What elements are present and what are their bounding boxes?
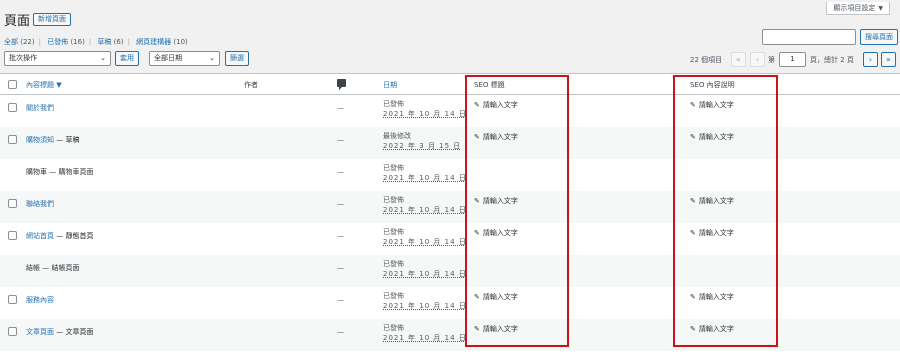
next-page-button[interactable]: › — [863, 52, 878, 67]
page-label-suffix: 頁，總計 2 頁 — [810, 56, 854, 64]
page-title-link[interactable]: 網站首頁 — 靜態首頁 — [26, 231, 93, 241]
author-value: — — [337, 168, 344, 176]
date-value: 2021 年 10 月 14 日 — [383, 238, 467, 246]
date-status: 已發佈 — [383, 292, 404, 300]
page-title-link[interactable]: 服務內容 — [26, 295, 54, 305]
search-input[interactable] — [762, 29, 856, 45]
select-all-checkbox[interactable] — [8, 80, 17, 89]
filter-draft-label: 草稿 — [97, 38, 112, 46]
author-value: — — [337, 136, 344, 144]
comment-bubble-icon[interactable] — [337, 79, 346, 90]
filter-builder-label: 網頁建構器 — [136, 38, 172, 46]
filter-all-count: (22) — [20, 38, 35, 46]
author-value: — — [337, 104, 344, 112]
chevron-down-icon: ⌄ — [100, 54, 106, 62]
page-title-link[interactable]: 聯絡我們 — [26, 199, 54, 209]
row-checkbox[interactable] — [8, 103, 17, 112]
status-filter-links: 全部 (22) | 已發佈 (16) | 草稿 (6) | 網頁建構器 (10) — [4, 37, 188, 47]
page-title-text: 網站首頁 — [26, 232, 54, 240]
date-status: 已發佈 — [383, 196, 404, 204]
date-value: 2021 年 10 月 14 日 — [383, 302, 467, 310]
page-state: — 草稿 — [54, 136, 80, 144]
separator: | — [88, 38, 92, 46]
screen-options-button[interactable]: 顯示項目設定 ▼ — [826, 2, 890, 15]
date-value: 2021 年 10 月 14 日 — [383, 206, 467, 214]
date-value: 2021 年 10 月 14 日 — [383, 110, 467, 118]
column-title-sort[interactable]: 內容標題 ▼ — [26, 80, 62, 90]
date-filter-select[interactable]: 全部日期 ⌄ — [149, 51, 220, 66]
page-title-text: 文章頁面 — [26, 328, 54, 336]
filter-published-label: 已發佈 — [47, 38, 69, 46]
bulk-actions-value: 批次操作 — [9, 54, 37, 62]
page-title-text: 購物車 — 購物車頁面 — [26, 168, 94, 176]
author-value: — — [337, 200, 344, 208]
date-status: 已發佈 — [383, 228, 404, 236]
column-author: 作者 — [244, 81, 258, 89]
separator: | — [127, 38, 130, 46]
filter-published-count: (16) — [70, 38, 85, 46]
filter-all-label: 全部 — [4, 38, 18, 46]
date-value: 2021 年 10 月 14 日 — [383, 174, 467, 182]
page-title-text: 服務內容 — [26, 296, 54, 304]
last-page-button[interactable]: » — [881, 52, 896, 67]
first-page-button[interactable]: « — [731, 52, 746, 67]
date-status: 已發佈 — [383, 260, 404, 268]
filter-button[interactable]: 篩選 — [225, 51, 249, 66]
page-title-text: 聯絡我們 — [26, 200, 54, 208]
filter-published-link[interactable]: 已發佈 — [47, 38, 68, 46]
row-checkbox[interactable] — [8, 199, 17, 208]
page-state: — 靜態首頁 — [54, 232, 94, 240]
seo-description-highlight-box — [673, 75, 778, 347]
page-state: — 文章頁面 — [54, 328, 94, 336]
filter-builder-count: (10) — [173, 38, 188, 46]
add-new-page-button[interactable]: 新增頁面 — [33, 13, 71, 26]
author-value: — — [337, 328, 344, 336]
row-checkbox[interactable] — [8, 295, 17, 304]
chevron-down-icon: ⌄ — [209, 54, 215, 62]
page-title-link[interactable]: 購物須知 — 草稿 — [26, 135, 79, 145]
row-checkbox[interactable] — [8, 327, 17, 336]
page-title-link[interactable]: 文章頁面 — 文章頁面 — [26, 327, 93, 337]
date-status: 已發佈 — [383, 164, 404, 172]
separator: | — [38, 38, 41, 46]
items-count: 22 個項目 — [690, 56, 723, 64]
screen-options-label: 顯示項目設定 — [833, 4, 876, 12]
page-title-link[interactable]: 關於我們 — [26, 103, 54, 113]
seo-title-highlight-box — [465, 75, 569, 347]
page-title-text: 關於我們 — [26, 104, 54, 112]
date-filter-value: 全部日期 — [154, 54, 182, 62]
date-value: 2021 年 10 月 14 日 — [383, 270, 467, 278]
author-value: — — [337, 296, 344, 304]
author-value: — — [337, 232, 344, 240]
page-label-prefix: 第 — [768, 56, 775, 64]
apply-button[interactable]: 套用 — [115, 51, 139, 66]
date-status: 已發佈 — [383, 324, 404, 332]
date-status: 已發佈 — [383, 100, 404, 108]
page-title-text: 結帳 — 結帳頁面 — [26, 264, 80, 272]
chevron-down-icon: ▼ — [878, 5, 883, 12]
bulk-actions-select[interactable]: 批次操作 ⌄ — [4, 51, 111, 66]
filter-builder-link[interactable]: 網頁建構器 — [136, 38, 171, 46]
prev-page-button[interactable]: ‹ — [750, 52, 765, 67]
date-value: 2022 年 3 月 15 日 — [383, 142, 462, 150]
date-status: 最後修改 — [383, 132, 411, 140]
filter-draft-link[interactable]: 草稿 — [97, 38, 111, 46]
row-checkbox[interactable] — [8, 135, 17, 144]
author-value: — — [337, 264, 344, 272]
current-page-input[interactable]: 1 — [779, 52, 806, 67]
filter-all-link[interactable]: 全部 — [4, 38, 18, 46]
search-pages-button[interactable]: 搜尋頁面 — [860, 29, 898, 45]
column-date-sort[interactable]: 日期 — [383, 80, 397, 90]
row-checkbox[interactable] — [8, 231, 17, 240]
date-value: 2021 年 10 月 14 日 — [383, 334, 467, 342]
filter-draft-count: (6) — [113, 38, 124, 46]
page-title: 頁面 — [4, 14, 31, 29]
page-title-text: 購物須知 — [26, 136, 54, 144]
